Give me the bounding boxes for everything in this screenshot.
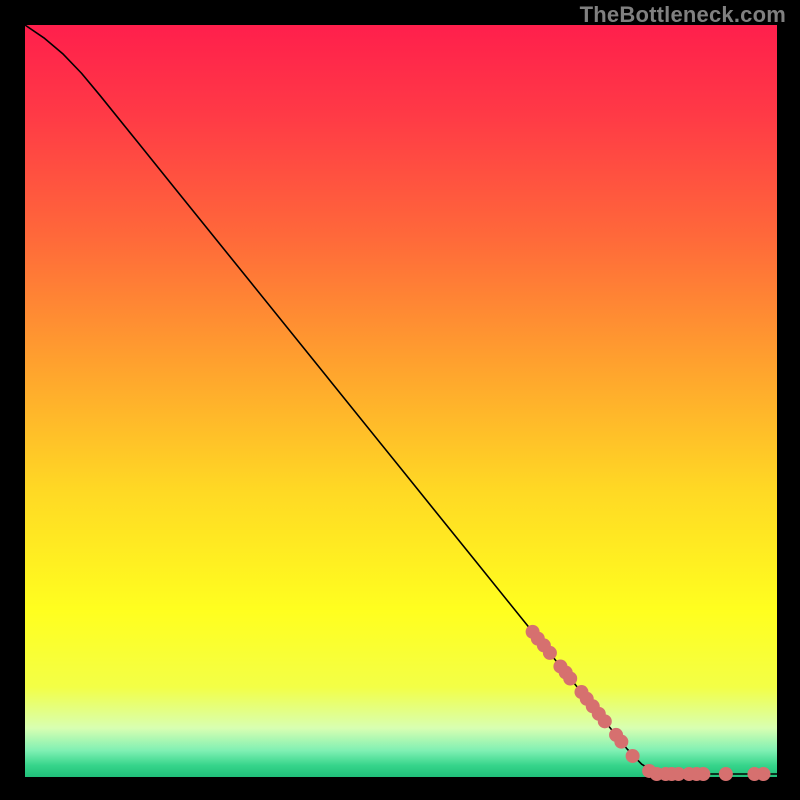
marker-dot [719, 767, 733, 781]
chart-stage: TheBottleneck.com [0, 0, 800, 800]
marker-dot [756, 767, 770, 781]
marker-dot [543, 646, 557, 660]
plot-background [25, 25, 777, 777]
marker-dot [598, 714, 612, 728]
marker-dot [626, 749, 640, 763]
marker-dot [696, 767, 710, 781]
marker-dot [563, 671, 577, 685]
marker-dot [614, 735, 628, 749]
chart-svg [0, 0, 800, 800]
